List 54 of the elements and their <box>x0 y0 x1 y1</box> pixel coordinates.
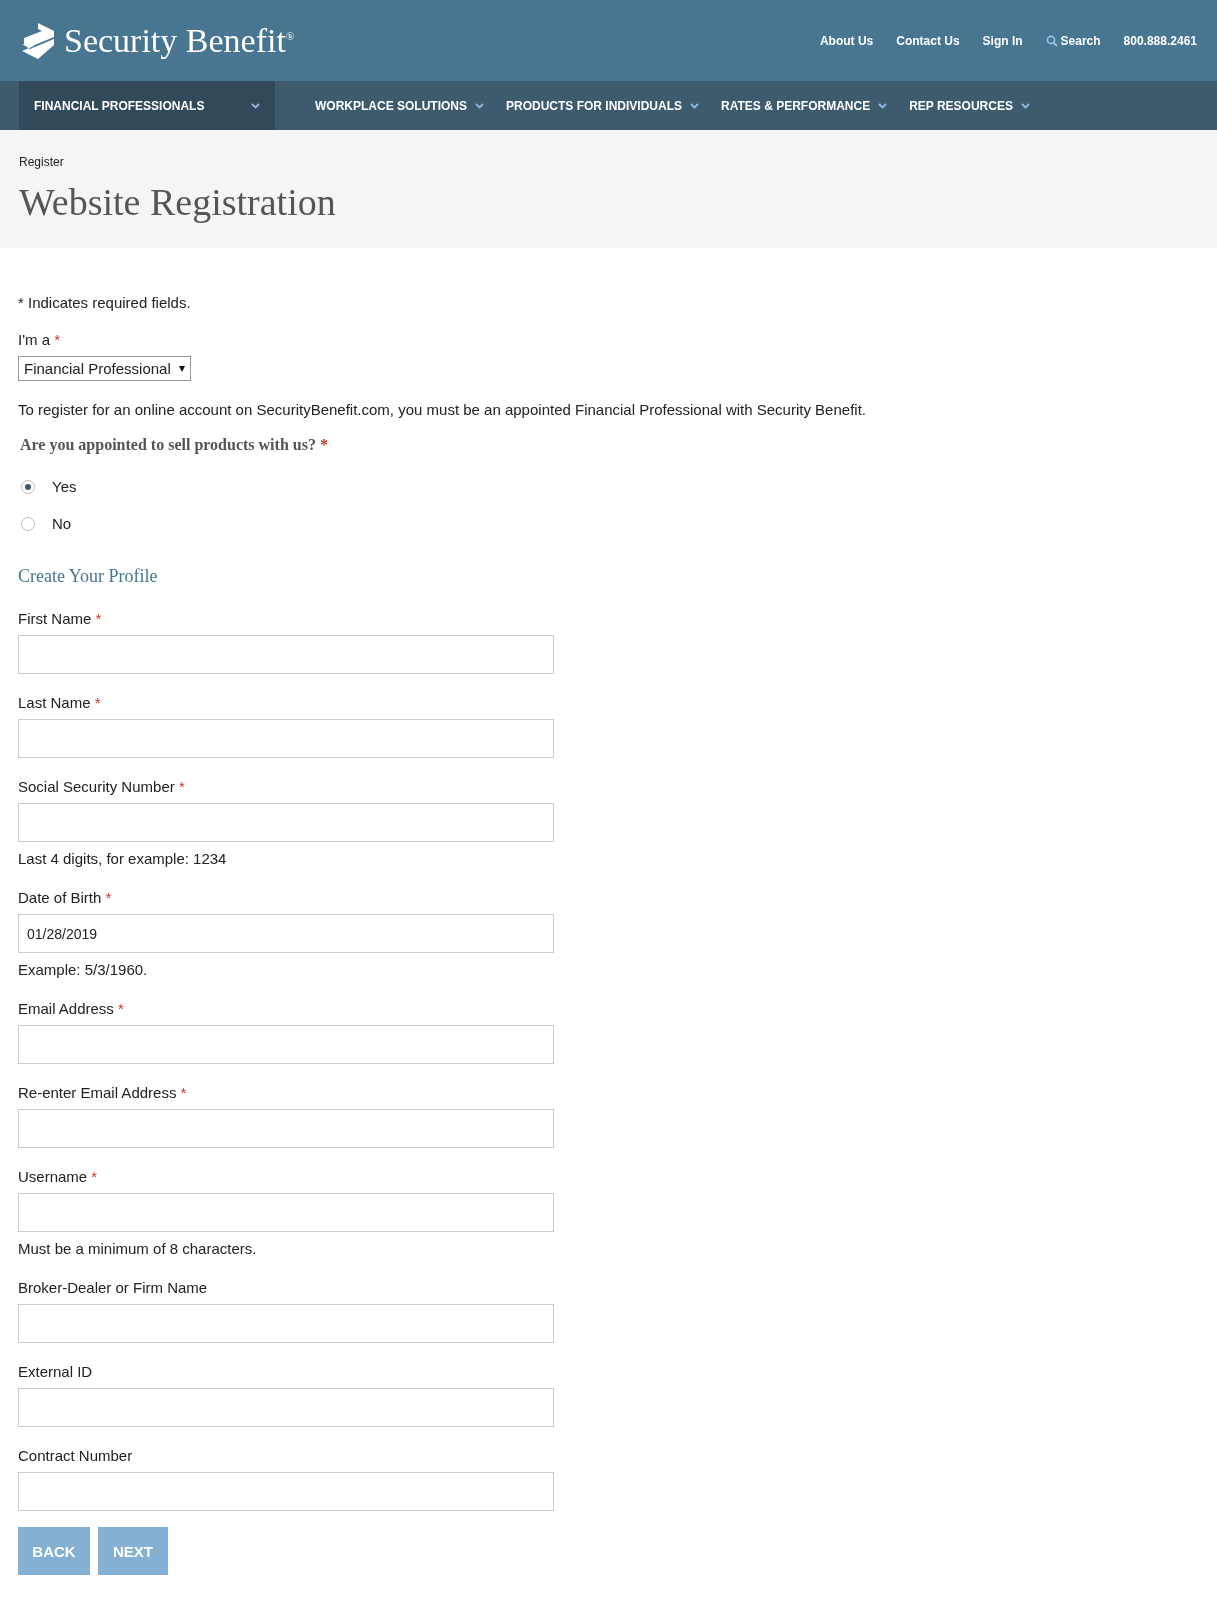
breadcrumb-link[interactable]: Register <box>19 155 64 169</box>
search-link[interactable]: Search <box>1045 33 1101 48</box>
field-hint: Must be a minimum of 8 characters. <box>18 1239 258 1259</box>
section-title: Create Your Profile <box>18 566 159 587</box>
field-label: Username * <box>18 1167 99 1187</box>
field-label: I'm a * <box>18 330 62 350</box>
input-field[interactable] <box>18 1388 554 1427</box>
nav-item[interactable]: WORKPLACE SOLUTIONS <box>315 81 484 130</box>
field-label: Contract Number <box>18 1446 134 1466</box>
role-dropdown[interactable]: Financial Professional <box>18 356 191 381</box>
audience-menu[interactable]: FINANCIAL PROFESSIONALS <box>19 81 275 130</box>
input-field[interactable] <box>18 635 554 674</box>
field-hint: Last 4 digits, for example: 1234 <box>18 849 228 869</box>
field-label: Broker-Dealer or Firm Name <box>18 1278 209 1298</box>
field-hint: Example: 5/3/1960. <box>18 960 149 980</box>
input-field[interactable] <box>18 1025 554 1064</box>
dropdown-arrow-icon <box>178 365 185 372</box>
input-field[interactable] <box>18 803 554 842</box>
field-label: Last Name * <box>18 693 102 713</box>
chevron-icon <box>690 102 699 109</box>
header-link[interactable]: Contact Us <box>896 33 960 48</box>
input-field[interactable] <box>18 1109 554 1148</box>
input-field[interactable] <box>18 1193 554 1232</box>
field-label: Email Address * <box>18 999 125 1019</box>
brand-name[interactable]: Security Benefit$^{®}$ <box>64 21 295 60</box>
page-title: Website Registration <box>19 180 337 224</box>
intro-text: To register for an online account on SecurityBenefit.com, you must be an appointed Financial Professional with Security Benefit. <box>18 401 867 418</box>
radio-button[interactable] <box>21 479 35 494</box>
logo-icon <box>20 21 56 60</box>
chevron-icon <box>1020 102 1030 109</box>
field-label: Re-enter Email Address * <box>18 1083 188 1103</box>
radio-option[interactable]: Yes <box>21 468 1199 505</box>
radio-option[interactable]: No <box>21 505 1199 542</box>
chevron-icon <box>878 102 888 109</box>
header-link[interactable]: Sign In <box>982 33 1023 48</box>
field-label: External ID <box>18 1362 94 1382</box>
nav-item[interactable]: REP RESOURCES <box>909 81 1030 130</box>
header-link[interactable]: About Us <box>819 33 874 48</box>
radio-button[interactable] <box>21 516 35 531</box>
phone-link[interactable]: 800.888.2461 <box>1123 33 1197 48</box>
required-note: * Indicates required fields. <box>18 294 192 311</box>
nav-item[interactable]: PRODUCTS FOR INDIVIDUALS <box>506 81 699 130</box>
question-label: Are you appointed to sell products with us? * <box>20 436 329 454</box>
input-field[interactable] <box>18 1304 554 1343</box>
chevron-icon <box>475 102 484 109</box>
field-label: Date of Birth * <box>18 888 113 908</box>
search-icon <box>1045 34 1058 47</box>
field-label: Social Security Number * <box>18 777 186 797</box>
chevron-icon <box>251 102 260 109</box>
field-label: First Name * <box>18 609 103 629</box>
input-field[interactable]: 01/28/2019 <box>18 914 554 953</box>
input-field[interactable] <box>18 1472 554 1511</box>
nav-item[interactable]: RATES & PERFORMANCE <box>721 81 888 130</box>
input-field[interactable] <box>18 719 554 758</box>
